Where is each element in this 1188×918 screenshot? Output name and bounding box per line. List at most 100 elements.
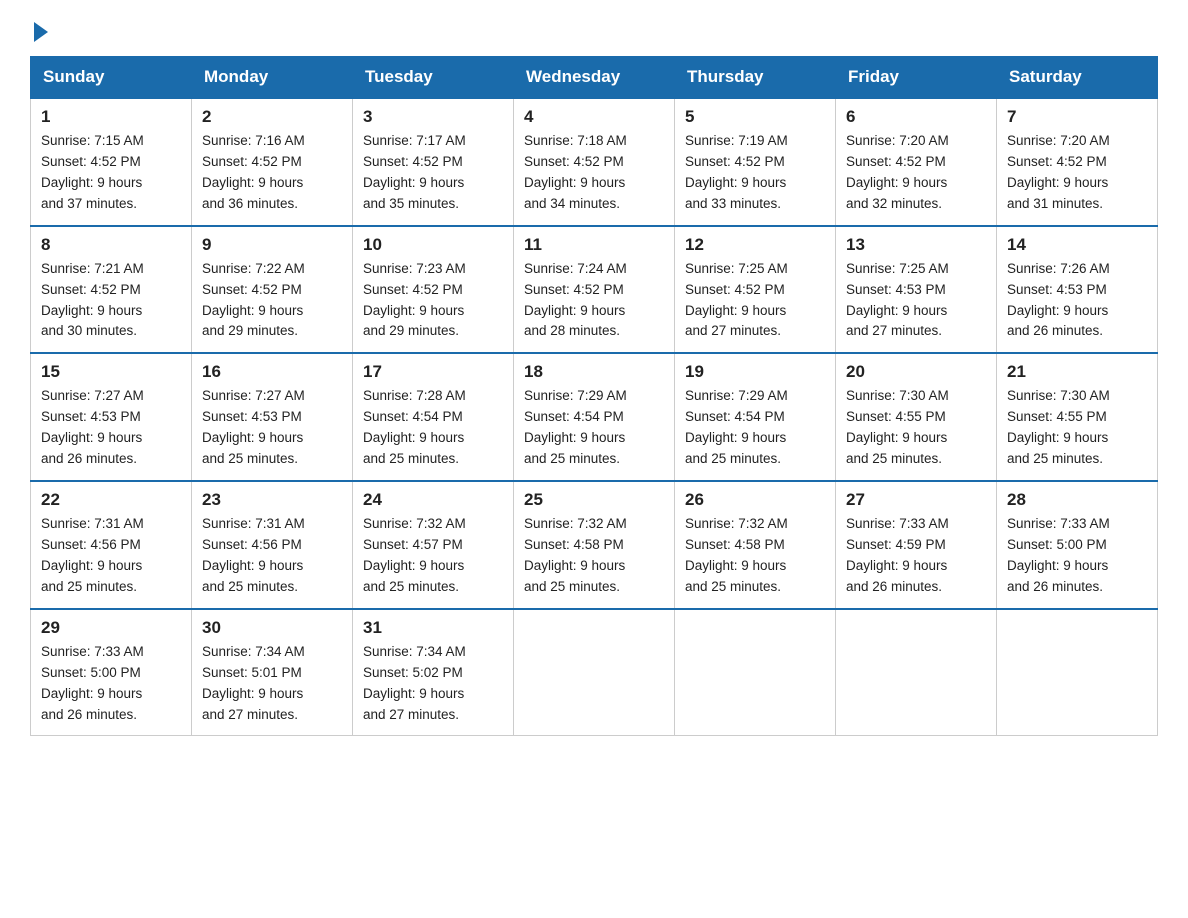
day-number: 12 [685,235,825,255]
calendar-cell [836,609,997,736]
day-number: 21 [1007,362,1147,382]
day-number: 9 [202,235,342,255]
day-info: Sunrise: 7:30 AMSunset: 4:55 PMDaylight:… [846,388,949,466]
day-number: 3 [363,107,503,127]
day-info: Sunrise: 7:27 AMSunset: 4:53 PMDaylight:… [202,388,305,466]
day-info: Sunrise: 7:33 AMSunset: 5:00 PMDaylight:… [41,644,144,722]
day-number: 24 [363,490,503,510]
calendar-cell: 12 Sunrise: 7:25 AMSunset: 4:52 PMDaylig… [675,226,836,354]
weekday-header-saturday: Saturday [997,57,1158,99]
day-number: 6 [846,107,986,127]
day-info: Sunrise: 7:22 AMSunset: 4:52 PMDaylight:… [202,261,305,339]
weekday-header-friday: Friday [836,57,997,99]
calendar-week-row: 8 Sunrise: 7:21 AMSunset: 4:52 PMDayligh… [31,226,1158,354]
day-info: Sunrise: 7:20 AMSunset: 4:52 PMDaylight:… [1007,133,1110,211]
day-number: 31 [363,618,503,638]
calendar-cell: 8 Sunrise: 7:21 AMSunset: 4:52 PMDayligh… [31,226,192,354]
calendar-cell: 29 Sunrise: 7:33 AMSunset: 5:00 PMDaylig… [31,609,192,736]
day-info: Sunrise: 7:27 AMSunset: 4:53 PMDaylight:… [41,388,144,466]
day-info: Sunrise: 7:29 AMSunset: 4:54 PMDaylight:… [685,388,788,466]
day-number: 2 [202,107,342,127]
calendar-cell: 27 Sunrise: 7:33 AMSunset: 4:59 PMDaylig… [836,481,997,609]
day-info: Sunrise: 7:28 AMSunset: 4:54 PMDaylight:… [363,388,466,466]
weekday-header-tuesday: Tuesday [353,57,514,99]
day-number: 30 [202,618,342,638]
day-number: 16 [202,362,342,382]
day-number: 13 [846,235,986,255]
day-info: Sunrise: 7:31 AMSunset: 4:56 PMDaylight:… [202,516,305,594]
day-number: 7 [1007,107,1147,127]
logo-arrow-icon [34,22,48,42]
calendar-cell: 6 Sunrise: 7:20 AMSunset: 4:52 PMDayligh… [836,98,997,226]
calendar-cell: 7 Sunrise: 7:20 AMSunset: 4:52 PMDayligh… [997,98,1158,226]
day-info: Sunrise: 7:24 AMSunset: 4:52 PMDaylight:… [524,261,627,339]
calendar-cell: 10 Sunrise: 7:23 AMSunset: 4:52 PMDaylig… [353,226,514,354]
calendar-cell: 4 Sunrise: 7:18 AMSunset: 4:52 PMDayligh… [514,98,675,226]
calendar-cell: 23 Sunrise: 7:31 AMSunset: 4:56 PMDaylig… [192,481,353,609]
day-number: 5 [685,107,825,127]
day-info: Sunrise: 7:26 AMSunset: 4:53 PMDaylight:… [1007,261,1110,339]
day-number: 11 [524,235,664,255]
calendar-cell: 31 Sunrise: 7:34 AMSunset: 5:02 PMDaylig… [353,609,514,736]
calendar-cell [675,609,836,736]
calendar-cell [514,609,675,736]
calendar-cell: 30 Sunrise: 7:34 AMSunset: 5:01 PMDaylig… [192,609,353,736]
day-info: Sunrise: 7:34 AMSunset: 5:01 PMDaylight:… [202,644,305,722]
day-number: 4 [524,107,664,127]
day-number: 20 [846,362,986,382]
day-info: Sunrise: 7:25 AMSunset: 4:53 PMDaylight:… [846,261,949,339]
day-info: Sunrise: 7:32 AMSunset: 4:57 PMDaylight:… [363,516,466,594]
calendar-cell: 3 Sunrise: 7:17 AMSunset: 4:52 PMDayligh… [353,98,514,226]
day-number: 23 [202,490,342,510]
day-info: Sunrise: 7:33 AMSunset: 4:59 PMDaylight:… [846,516,949,594]
day-number: 14 [1007,235,1147,255]
day-info: Sunrise: 7:34 AMSunset: 5:02 PMDaylight:… [363,644,466,722]
day-info: Sunrise: 7:20 AMSunset: 4:52 PMDaylight:… [846,133,949,211]
day-info: Sunrise: 7:31 AMSunset: 4:56 PMDaylight:… [41,516,144,594]
day-info: Sunrise: 7:16 AMSunset: 4:52 PMDaylight:… [202,133,305,211]
day-number: 25 [524,490,664,510]
calendar-cell: 21 Sunrise: 7:30 AMSunset: 4:55 PMDaylig… [997,353,1158,481]
calendar-cell: 16 Sunrise: 7:27 AMSunset: 4:53 PMDaylig… [192,353,353,481]
calendar-week-row: 22 Sunrise: 7:31 AMSunset: 4:56 PMDaylig… [31,481,1158,609]
day-number: 17 [363,362,503,382]
day-info: Sunrise: 7:23 AMSunset: 4:52 PMDaylight:… [363,261,466,339]
day-info: Sunrise: 7:21 AMSunset: 4:52 PMDaylight:… [41,261,144,339]
calendar-cell: 11 Sunrise: 7:24 AMSunset: 4:52 PMDaylig… [514,226,675,354]
day-number: 18 [524,362,664,382]
day-info: Sunrise: 7:18 AMSunset: 4:52 PMDaylight:… [524,133,627,211]
calendar-cell: 5 Sunrise: 7:19 AMSunset: 4:52 PMDayligh… [675,98,836,226]
day-number: 8 [41,235,181,255]
weekday-header-thursday: Thursday [675,57,836,99]
calendar-week-row: 15 Sunrise: 7:27 AMSunset: 4:53 PMDaylig… [31,353,1158,481]
calendar-cell: 24 Sunrise: 7:32 AMSunset: 4:57 PMDaylig… [353,481,514,609]
calendar-cell: 9 Sunrise: 7:22 AMSunset: 4:52 PMDayligh… [192,226,353,354]
day-info: Sunrise: 7:32 AMSunset: 4:58 PMDaylight:… [685,516,788,594]
day-info: Sunrise: 7:15 AMSunset: 4:52 PMDaylight:… [41,133,144,211]
logo [30,20,48,38]
calendar-table: SundayMondayTuesdayWednesdayThursdayFrid… [30,56,1158,736]
calendar-cell: 18 Sunrise: 7:29 AMSunset: 4:54 PMDaylig… [514,353,675,481]
day-number: 22 [41,490,181,510]
page-header [30,20,1158,38]
calendar-cell: 13 Sunrise: 7:25 AMSunset: 4:53 PMDaylig… [836,226,997,354]
weekday-header-wednesday: Wednesday [514,57,675,99]
calendar-cell: 19 Sunrise: 7:29 AMSunset: 4:54 PMDaylig… [675,353,836,481]
calendar-cell: 2 Sunrise: 7:16 AMSunset: 4:52 PMDayligh… [192,98,353,226]
calendar-week-row: 1 Sunrise: 7:15 AMSunset: 4:52 PMDayligh… [31,98,1158,226]
day-number: 15 [41,362,181,382]
day-info: Sunrise: 7:32 AMSunset: 4:58 PMDaylight:… [524,516,627,594]
calendar-cell: 26 Sunrise: 7:32 AMSunset: 4:58 PMDaylig… [675,481,836,609]
day-number: 28 [1007,490,1147,510]
weekday-header-row: SundayMondayTuesdayWednesdayThursdayFrid… [31,57,1158,99]
day-info: Sunrise: 7:33 AMSunset: 5:00 PMDaylight:… [1007,516,1110,594]
calendar-cell: 15 Sunrise: 7:27 AMSunset: 4:53 PMDaylig… [31,353,192,481]
calendar-cell: 20 Sunrise: 7:30 AMSunset: 4:55 PMDaylig… [836,353,997,481]
day-number: 29 [41,618,181,638]
calendar-cell: 28 Sunrise: 7:33 AMSunset: 5:00 PMDaylig… [997,481,1158,609]
day-number: 26 [685,490,825,510]
calendar-cell: 17 Sunrise: 7:28 AMSunset: 4:54 PMDaylig… [353,353,514,481]
day-info: Sunrise: 7:17 AMSunset: 4:52 PMDaylight:… [363,133,466,211]
day-info: Sunrise: 7:30 AMSunset: 4:55 PMDaylight:… [1007,388,1110,466]
day-number: 10 [363,235,503,255]
